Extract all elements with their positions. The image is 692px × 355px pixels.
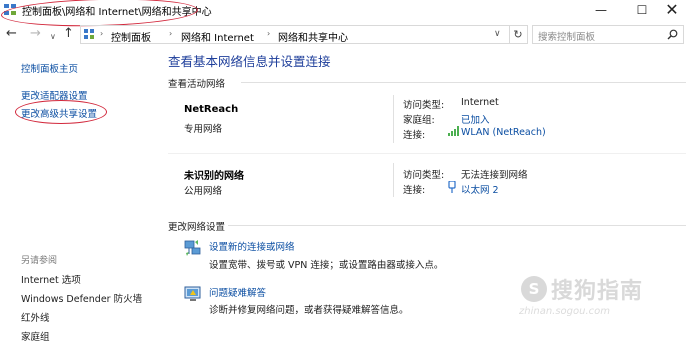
access-type-value: 无法连接到网络 <box>461 170 528 181</box>
network-name: 未识别的网络 <box>184 171 244 182</box>
minimize-button[interactable]: — <box>578 0 624 20</box>
breadcrumb-separator: › <box>100 29 104 38</box>
troubleshoot-description: 诊断并修复网络问题，或者获得疑难解答信息。 <box>209 305 409 316</box>
refresh-button[interactable]: ↻ <box>509 25 528 44</box>
title-bar: 控制面板\网络和 Internet\网络和共享中心 — ☐ ✕ <box>0 0 692 29</box>
search-input[interactable]: 搜索控制面板 <box>532 25 684 44</box>
active-networks-heading: 查看活动网络 <box>168 79 226 90</box>
forward-arrow-icon[interactable]: → <box>30 26 41 42</box>
network-separator <box>168 153 686 154</box>
control-panel-icon <box>84 29 94 39</box>
recent-locations-chevron-icon[interactable]: ∨ <box>50 29 56 45</box>
watermark-url: zhinan.sogou.com <box>519 306 611 317</box>
homegroup-label: 家庭组: <box>403 115 435 126</box>
back-arrow-icon[interactable]: ← <box>6 26 17 42</box>
search-placeholder: 搜索控制面板 <box>538 32 596 43</box>
address-field[interactable]: › 控制面板 › 网络和 Internet › 网络和共享中心 ∨ <box>80 25 510 44</box>
breadcrumb-separator: › <box>267 29 271 38</box>
troubleshoot-icon <box>184 286 201 301</box>
troubleshoot-link[interactable]: 问题疑难解答 <box>209 285 266 299</box>
connection-label: 连接: <box>403 130 426 141</box>
access-type-label: 访问类型: <box>403 170 445 181</box>
section-divider <box>241 82 686 83</box>
sidebar-link-control-panel-home[interactable]: 控制面板主页 <box>21 61 78 75</box>
sidebar-link-internet-options[interactable]: Internet 选项 <box>21 272 81 286</box>
change-settings-heading: 更改网络设置 <box>168 222 226 233</box>
watermark-badge: S <box>521 276 547 302</box>
watermark-text: 搜狗指南 <box>551 279 644 304</box>
address-bar: ← → ∨ ↑ › 控制面板 › 网络和 Internet › 网络和共享中心 … <box>0 24 692 46</box>
sidebar-link-infrared[interactable]: 红外线 <box>21 310 50 324</box>
breadcrumb-control-panel[interactable]: 控制面板 <box>111 29 151 44</box>
wifi-signal-icon <box>448 126 459 136</box>
breadcrumb-sharing-center[interactable]: 网络和共享中心 <box>278 29 348 44</box>
page-title: 查看基本网络信息并设置连接 <box>168 54 331 69</box>
breadcrumb-separator: › <box>169 29 173 38</box>
column-divider <box>393 95 394 143</box>
search-icon <box>667 29 678 40</box>
wlan-connection-link[interactable]: WLAN (NetReach) <box>461 127 546 138</box>
ethernet-connection-link[interactable]: 以太网 2 <box>461 182 499 196</box>
homegroup-joined-link[interactable]: 已加入 <box>461 112 490 126</box>
column-divider <box>393 163 394 197</box>
sidebar-link-homegroup[interactable]: 家庭组 <box>21 329 50 343</box>
network-name: NetReach <box>184 104 239 115</box>
breadcrumb-network-internet[interactable]: 网络和 Internet <box>181 29 254 44</box>
access-type-value: Internet <box>461 97 499 108</box>
new-connection-icon <box>184 240 201 256</box>
section-divider <box>228 225 686 226</box>
setup-new-connection-link[interactable]: 设置新的连接或网络 <box>209 239 295 253</box>
address-dropdown-chevron-icon[interactable]: ∨ <box>494 29 501 39</box>
network-category: 公用网络 <box>184 186 223 197</box>
connection-label: 连接: <box>403 185 426 196</box>
close-button[interactable]: ✕ <box>649 0 692 20</box>
see-also-heading: 另请参阅 <box>21 256 58 266</box>
setup-new-connection-description: 设置宽带、拨号或 VPN 连接；或设置路由器或接入点。 <box>209 260 444 271</box>
sidebar-link-advanced-sharing[interactable]: 更改高级共享设置 <box>21 106 97 120</box>
sidebar-link-defender-firewall[interactable]: Windows Defender 防火墙 <box>21 291 142 305</box>
window-title: 控制面板\网络和 Internet\网络和共享中心 <box>22 7 212 18</box>
sidebar-link-adapter-settings[interactable]: 更改适配器设置 <box>21 88 88 102</box>
ethernet-icon <box>448 181 456 193</box>
up-arrow-icon[interactable]: ↑ <box>63 26 74 42</box>
control-panel-icon <box>4 4 16 15</box>
network-category: 专用网络 <box>184 124 223 135</box>
access-type-label: 访问类型: <box>403 100 445 111</box>
